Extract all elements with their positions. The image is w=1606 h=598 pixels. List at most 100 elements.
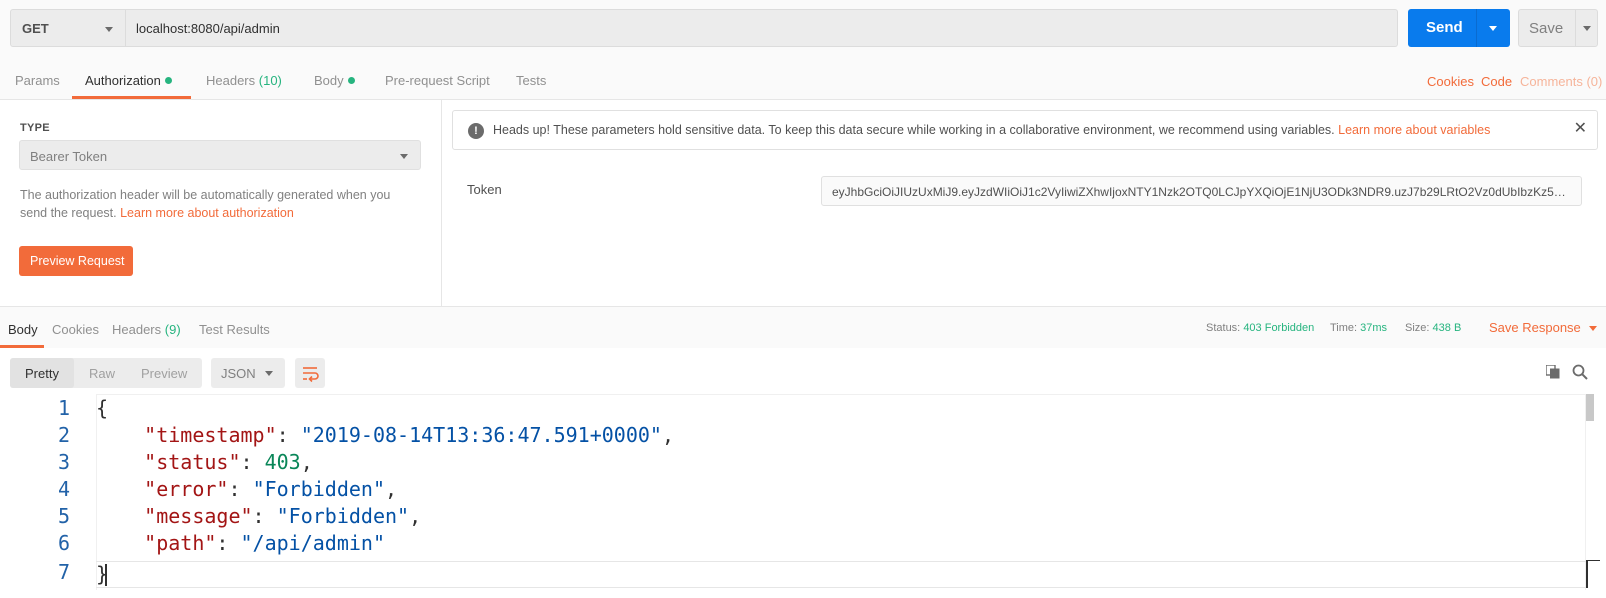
headsup-text: Heads up! These parameters hold sensitiv… (493, 123, 1335, 137)
json-value: "/api/admin" (240, 531, 386, 555)
size-label: Size: (1405, 322, 1430, 334)
json-key: "error" (144, 477, 229, 501)
auth-type-select[interactable]: Bearer Token (19, 140, 421, 170)
active-dot-icon (347, 77, 355, 84)
active-line-highlight (96, 561, 1586, 588)
json-key: "timestamp" (144, 423, 277, 447)
save-response-label: Save Response (1489, 320, 1581, 335)
send-button[interactable]: Send (1408, 9, 1510, 47)
info-icon: ! (468, 123, 484, 139)
response-body-editor[interactable]: 1 2 3 4 5 6 7 { "timestamp": "2019-08-14… (0, 394, 1606, 598)
preview-request-label: Preview Request (30, 254, 125, 268)
token-value: eyJhbGciOiJIUzUxMiJ9.eyJzdWIiOiJ1c2VyIiw… (832, 185, 1572, 199)
json-value: 403 (264, 450, 301, 474)
search-icon[interactable] (1572, 364, 1588, 380)
auth-type-panel: TYPE Bearer Token The authorization head… (0, 100, 442, 306)
code-link[interactable]: Code (1481, 74, 1512, 89)
method-select[interactable]: GET (10, 9, 126, 47)
tab-params[interactable]: Params (15, 73, 60, 88)
chevron-down-icon (105, 27, 113, 32)
size-readout: Size: 438 B (1405, 322, 1461, 334)
raw-button[interactable]: Raw (89, 366, 115, 381)
headers-count: (10) (258, 73, 282, 88)
open-brace: { (96, 396, 109, 420)
chevron-down-icon (400, 154, 408, 159)
send-options-button[interactable] (1476, 9, 1510, 47)
tab-authorization[interactable]: Authorization (85, 73, 172, 88)
text-cursor (105, 564, 107, 586)
format-value: JSON (221, 366, 256, 381)
line-number: 1 (57, 396, 70, 420)
send-label: Send (1426, 19, 1463, 36)
save-button[interactable]: Save (1518, 9, 1598, 47)
response-toolbar: Pretty Raw Preview JSON (0, 348, 1606, 394)
line-number: 7 (57, 560, 70, 584)
line-number: 3 (57, 450, 70, 474)
pretty-button[interactable]: Pretty (25, 366, 59, 381)
format-select[interactable]: JSON (211, 358, 285, 388)
chevron-down-icon (1489, 26, 1497, 31)
auth-type-value: Bearer Token (30, 149, 108, 164)
request-tabs: Params Authorization Headers (10) Body P… (0, 58, 1606, 100)
resp-tab-headers-label: Headers (112, 322, 162, 337)
wrap-lines-button[interactable] (295, 358, 325, 388)
resp-tab-cookies[interactable]: Cookies (52, 322, 99, 337)
status-label: Status: (1206, 322, 1241, 334)
learn-variables-link[interactable]: Learn more about variables (1338, 123, 1490, 137)
auth-fields-panel: ! Heads up! These parameters hold sensit… (442, 100, 1606, 306)
resp-tab-body[interactable]: Body (8, 322, 38, 337)
json-key: "message" (144, 504, 253, 528)
time-readout: Time: 37ms (1330, 322, 1387, 334)
code-line: "path": "/api/admin" (144, 531, 386, 555)
token-input[interactable]: eyJhbGciOiJIUzUxMiJ9.eyJzdWIiOiJ1c2VyIiw… (821, 176, 1582, 206)
save-label: Save (1529, 20, 1564, 37)
tab-prerequest-script[interactable]: Pre-request Script (385, 73, 490, 88)
url-value: localhost:8080/api/admin (136, 21, 280, 36)
request-bar: GET localhost:8080/api/admin Send Save (0, 0, 1606, 58)
json-value: "Forbidden" (276, 504, 410, 528)
json-value: "Forbidden" (252, 477, 386, 501)
response-tabs: Body Cookies Headers (9) Test Results St… (0, 306, 1606, 348)
resp-tab-test-results[interactable]: Test Results (199, 322, 270, 337)
tab-tests[interactable]: Tests (516, 73, 546, 88)
resp-tab-headers[interactable]: Headers (9) (112, 322, 181, 337)
preview-request-button[interactable]: Preview Request (19, 246, 133, 276)
code-line: { (96, 395, 108, 422)
comments-link[interactable]: Comments (0) (1520, 74, 1602, 89)
tab-authorization-label: Authorization (85, 73, 161, 88)
chevron-down-icon (1583, 26, 1591, 31)
close-icon[interactable]: ✕ (1574, 121, 1587, 137)
url-input[interactable]: localhost:8080/api/admin (126, 9, 1398, 47)
preview-button[interactable]: Preview (141, 366, 187, 381)
tab-headers[interactable]: Headers (10) (206, 73, 282, 88)
line-number: 2 (57, 423, 70, 447)
line-number: 5 (57, 504, 70, 528)
json-key: "status" (144, 450, 241, 474)
headsup-banner: ! Heads up! These parameters hold sensit… (452, 110, 1598, 150)
tab-body-label: Body (314, 73, 344, 88)
learn-auth-link[interactable]: Learn more about authorization (120, 206, 294, 220)
time-value: 37ms (1360, 322, 1388, 334)
tab-body[interactable]: Body (314, 73, 355, 88)
token-label: Token (467, 182, 502, 197)
chevron-down-icon (265, 371, 273, 376)
method-value: GET (22, 21, 49, 36)
auth-description: The authorization header will be automat… (20, 186, 420, 222)
view-mode-group: Pretty Raw Preview (10, 358, 202, 388)
type-label: TYPE (20, 122, 50, 134)
json-value: "2019-08-14T13:36:47.591+0000" (300, 423, 662, 447)
size-value: 438 B (1432, 322, 1462, 334)
save-options-button[interactable] (1575, 10, 1599, 46)
copy-icon[interactable] (1546, 365, 1560, 379)
status-readout: Status: 403 Forbidden (1206, 322, 1314, 334)
cookies-link[interactable]: Cookies (1427, 74, 1474, 89)
resp-headers-count: (9) (164, 322, 181, 337)
save-response-button[interactable]: Save Response (1489, 320, 1597, 335)
json-key: "path" (144, 531, 217, 555)
scrollbar-marker (1586, 560, 1600, 588)
headsup-message: Heads up! These parameters hold sensitiv… (493, 123, 1490, 137)
chevron-down-icon (1589, 326, 1597, 331)
wrap-icon (303, 367, 319, 383)
tab-headers-label: Headers (206, 73, 256, 88)
scrollbar-thumb[interactable] (1586, 394, 1594, 421)
